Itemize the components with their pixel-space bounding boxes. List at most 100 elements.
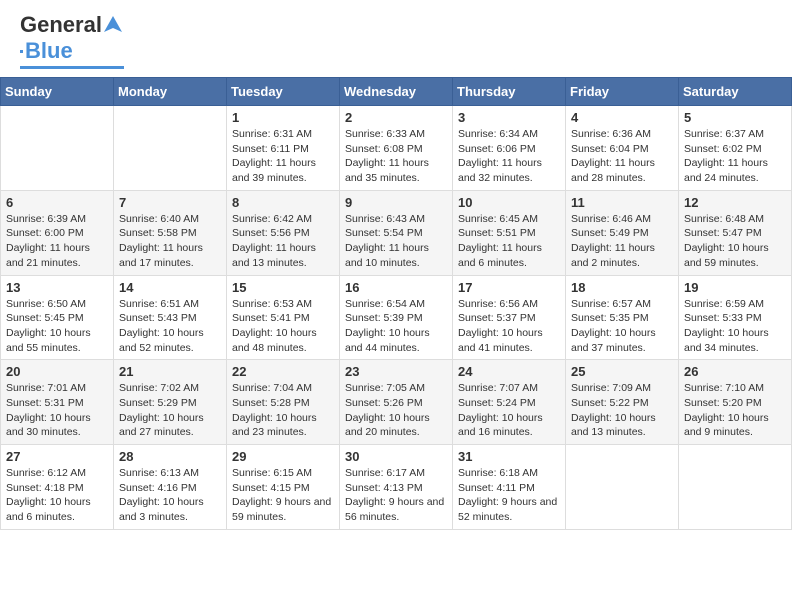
day-number: 14 (119, 280, 221, 295)
day-info: Sunrise: 6:50 AM Sunset: 5:45 PM Dayligh… (6, 297, 108, 356)
col-header-friday: Friday (566, 78, 679, 106)
day-number: 16 (345, 280, 447, 295)
calendar-cell: 26 Sunrise: 7:10 AM Sunset: 5:20 PM Dayli… (679, 360, 792, 445)
day-info: Sunrise: 6:18 AM Sunset: 4:11 PM Dayligh… (458, 466, 560, 525)
calendar-cell (679, 445, 792, 530)
week-row-4: 20 Sunrise: 7:01 AM Sunset: 5:31 PM Dayli… (1, 360, 792, 445)
day-number: 21 (119, 364, 221, 379)
day-info: Sunrise: 6:43 AM Sunset: 5:54 PM Dayligh… (345, 212, 447, 271)
col-header-thursday: Thursday (453, 78, 566, 106)
day-info: Sunrise: 6:31 AM Sunset: 6:11 PM Dayligh… (232, 127, 334, 186)
calendar-cell: 12 Sunrise: 6:48 AM Sunset: 5:47 PM Dayli… (679, 190, 792, 275)
calendar-cell: 8 Sunrise: 6:42 AM Sunset: 5:56 PM Daylig… (227, 190, 340, 275)
day-number: 26 (684, 364, 786, 379)
day-info: Sunrise: 6:33 AM Sunset: 6:08 PM Dayligh… (345, 127, 447, 186)
day-info: Sunrise: 7:01 AM Sunset: 5:31 PM Dayligh… (6, 381, 108, 440)
day-number: 11 (571, 195, 673, 210)
day-info: Sunrise: 6:53 AM Sunset: 5:41 PM Dayligh… (232, 297, 334, 356)
day-info: Sunrise: 7:09 AM Sunset: 5:22 PM Dayligh… (571, 381, 673, 440)
calendar-cell: 14 Sunrise: 6:51 AM Sunset: 5:43 PM Dayli… (114, 275, 227, 360)
day-info: Sunrise: 6:37 AM Sunset: 6:02 PM Dayligh… (684, 127, 786, 186)
day-info: Sunrise: 6:59 AM Sunset: 5:33 PM Dayligh… (684, 297, 786, 356)
day-number: 6 (6, 195, 108, 210)
day-number: 7 (119, 195, 221, 210)
calendar-cell: 13 Sunrise: 6:50 AM Sunset: 5:45 PM Dayli… (1, 275, 114, 360)
day-number: 31 (458, 449, 560, 464)
day-number: 10 (458, 195, 560, 210)
calendar-cell: 29Sunrise: 6:15 AM Sunset: 4:15 PM Dayli… (227, 445, 340, 530)
day-number: 28 (119, 449, 221, 464)
day-info: Sunrise: 6:46 AM Sunset: 5:49 PM Dayligh… (571, 212, 673, 271)
day-number: 1 (232, 110, 334, 125)
day-number: 8 (232, 195, 334, 210)
day-number: 30 (345, 449, 447, 464)
calendar-cell: 2 Sunrise: 6:33 AM Sunset: 6:08 PM Daylig… (340, 106, 453, 191)
day-info: Sunrise: 7:10 AM Sunset: 5:20 PM Dayligh… (684, 381, 786, 440)
day-info: Sunrise: 6:48 AM Sunset: 5:47 PM Dayligh… (684, 212, 786, 271)
day-number: 5 (684, 110, 786, 125)
calendar-cell: 17 Sunrise: 6:56 AM Sunset: 5:37 PM Dayli… (453, 275, 566, 360)
day-info: Sunrise: 7:05 AM Sunset: 5:26 PM Dayligh… (345, 381, 447, 440)
calendar-cell: 27 Sunrise: 6:12 AM Sunset: 4:18 PM Dayli… (1, 445, 114, 530)
day-info: Sunrise: 6:13 AM Sunset: 4:16 PM Dayligh… (119, 466, 221, 525)
calendar-cell: 21Sunrise: 7:02 AM Sunset: 5:29 PM Dayli… (114, 360, 227, 445)
day-info: Sunrise: 7:04 AM Sunset: 5:28 PM Dayligh… (232, 381, 334, 440)
day-info: Sunrise: 6:40 AM Sunset: 5:58 PM Dayligh… (119, 212, 221, 271)
day-number: 13 (6, 280, 108, 295)
day-number: 2 (345, 110, 447, 125)
day-number: 29 (232, 449, 334, 464)
day-info: Sunrise: 6:45 AM Sunset: 5:51 PM Dayligh… (458, 212, 560, 271)
calendar-cell: 16 Sunrise: 6:54 AM Sunset: 5:39 PM Dayli… (340, 275, 453, 360)
calendar-cell: 22Sunrise: 7:04 AM Sunset: 5:28 PM Dayli… (227, 360, 340, 445)
day-number: 23 (345, 364, 447, 379)
col-header-tuesday: Tuesday (227, 78, 340, 106)
day-number: 15 (232, 280, 334, 295)
logo-arrow-icon (102, 14, 124, 36)
calendar-cell: 23 Sunrise: 7:05 AM Sunset: 5:26 PM Dayli… (340, 360, 453, 445)
col-header-saturday: Saturday (679, 78, 792, 106)
day-info: Sunrise: 6:42 AM Sunset: 5:56 PM Dayligh… (232, 212, 334, 271)
calendar-cell: 18Sunrise: 6:57 AM Sunset: 5:35 PM Dayli… (566, 275, 679, 360)
day-info: Sunrise: 6:39 AM Sunset: 6:00 PM Dayligh… (6, 212, 108, 271)
day-number: 4 (571, 110, 673, 125)
calendar-table: SundayMondayTuesdayWednesdayThursdayFrid… (0, 77, 792, 530)
day-number: 27 (6, 449, 108, 464)
col-header-wednesday: Wednesday (340, 78, 453, 106)
day-number: 25 (571, 364, 673, 379)
day-number: 18 (571, 280, 673, 295)
day-number: 17 (458, 280, 560, 295)
calendar-cell: 9 Sunrise: 6:43 AM Sunset: 5:54 PM Daylig… (340, 190, 453, 275)
calendar-header-row: SundayMondayTuesdayWednesdayThursdayFrid… (1, 78, 792, 106)
calendar-cell (566, 445, 679, 530)
logo-blue: Blue (25, 38, 73, 64)
day-number: 9 (345, 195, 447, 210)
day-number: 20 (6, 364, 108, 379)
day-info: Sunrise: 7:07 AM Sunset: 5:24 PM Dayligh… (458, 381, 560, 440)
calendar-cell: 15 Sunrise: 6:53 AM Sunset: 5:41 PM Dayli… (227, 275, 340, 360)
week-row-1: 1 Sunrise: 6:31 AM Sunset: 6:11 PM Daylig… (1, 106, 792, 191)
calendar-cell: 3 Sunrise: 6:34 AM Sunset: 6:06 PM Daylig… (453, 106, 566, 191)
day-info: Sunrise: 6:34 AM Sunset: 6:06 PM Dayligh… (458, 127, 560, 186)
day-number: 3 (458, 110, 560, 125)
calendar-cell: 10 Sunrise: 6:45 AM Sunset: 5:51 PM Dayli… (453, 190, 566, 275)
calendar-cell: 4Sunrise: 6:36 AM Sunset: 6:04 PM Daylig… (566, 106, 679, 191)
day-info: Sunrise: 6:17 AM Sunset: 4:13 PM Dayligh… (345, 466, 447, 525)
day-number: 12 (684, 195, 786, 210)
col-header-sunday: Sunday (1, 78, 114, 106)
day-info: Sunrise: 6:56 AM Sunset: 5:37 PM Dayligh… (458, 297, 560, 356)
calendar-cell: 1 Sunrise: 6:31 AM Sunset: 6:11 PM Daylig… (227, 106, 340, 191)
day-info: Sunrise: 6:12 AM Sunset: 4:18 PM Dayligh… (6, 466, 108, 525)
day-info: Sunrise: 6:54 AM Sunset: 5:39 PM Dayligh… (345, 297, 447, 356)
calendar-cell: 31 Sunrise: 6:18 AM Sunset: 4:11 PM Dayli… (453, 445, 566, 530)
calendar-cell: 25 Sunrise: 7:09 AM Sunset: 5:22 PM Dayli… (566, 360, 679, 445)
calendar-cell (114, 106, 227, 191)
week-row-3: 13 Sunrise: 6:50 AM Sunset: 5:45 PM Dayli… (1, 275, 792, 360)
day-number: 19 (684, 280, 786, 295)
calendar-cell: 24 Sunrise: 7:07 AM Sunset: 5:24 PM Dayli… (453, 360, 566, 445)
logo-general: General (20, 12, 102, 38)
day-number: 24 (458, 364, 560, 379)
week-row-2: 6 Sunrise: 6:39 AM Sunset: 6:00 PM Daylig… (1, 190, 792, 275)
logo: General Blue (20, 12, 124, 69)
calendar-cell (1, 106, 114, 191)
day-info: Sunrise: 6:51 AM Sunset: 5:43 PM Dayligh… (119, 297, 221, 356)
